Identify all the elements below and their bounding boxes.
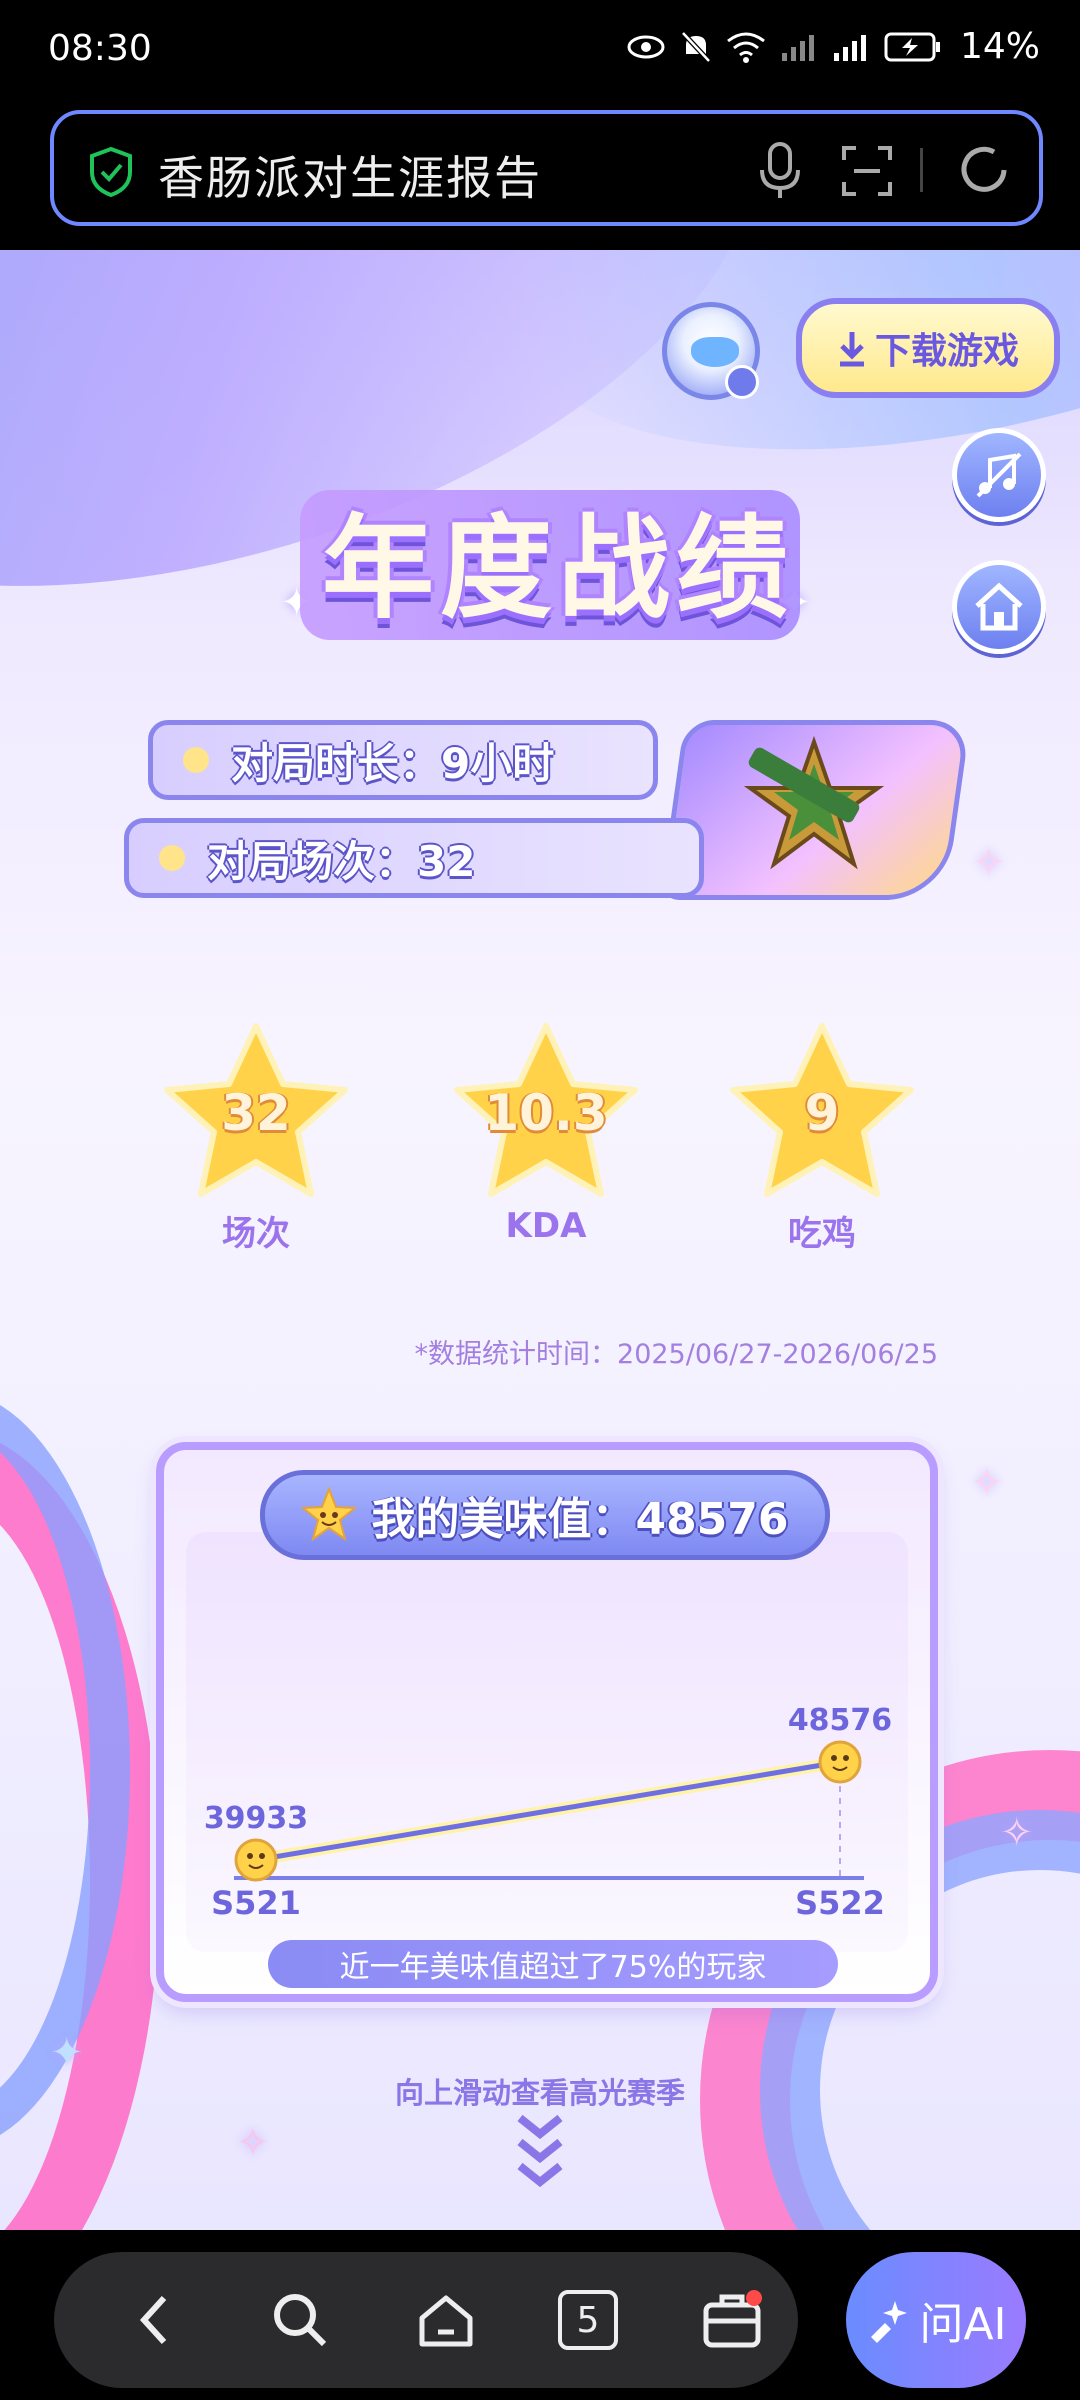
sparkle-icon: ✧ [1000,1810,1034,1856]
sparkle-icon: ✧ [972,840,1006,886]
tasty-score-card: 39933 S521 48576 S522 我的美味值：48576 [156,1442,938,2002]
percentile-bar: 近一年美味值超过了75%的玩家 [268,1940,838,1988]
back-button[interactable] [118,2284,190,2356]
status-bar: 08:30 14% [0,0,1080,100]
tab-count: 5 [558,2290,618,2350]
stat-star-chicken-dinner: 9 吃鸡 [722,1020,922,1255]
data-point [234,1838,278,1882]
eye-icon [627,35,665,58]
career-report-page: ✦ ✦ ✧ ✧ ✧ ✧ ✦ 下载游戏 年度战绩 对局时长：9小时 对局场次：32… [0,250,1080,2230]
star-label: KDA [505,1206,587,1246]
data-point [818,1740,862,1784]
signal-4g-icon [833,34,866,61]
battery-charging-icon [884,32,940,61]
data-label: 39933 [204,1801,308,1836]
download-game-button[interactable]: 下载游戏 [796,298,1060,398]
page-url-title[interactable]: 香肠派对生涯报告 [158,142,542,208]
status-time: 08:30 [48,28,152,69]
x-tick-label: S521 [211,1884,301,1922]
star-label: 吃鸡 [788,1214,856,1254]
url-bar[interactable]: 香肠派对生涯报告 [50,110,1043,226]
scan-icon[interactable] [840,144,894,198]
wifi-icon [727,32,765,63]
mute-bell-icon [681,30,711,63]
stat-star-kda: 10.3 KDA [446,1020,646,1246]
status-icons: 14% [626,26,1040,67]
annual-record-title: 年度战绩 [322,504,794,634]
star-value: 10.3 [484,1084,608,1142]
score-header-text: 我的美味值：48576 [371,1494,789,1545]
download-icon [839,332,864,367]
ask-ai-label: 问AI [919,2299,1007,2350]
music-toggle-button[interactable] [952,428,1046,522]
medal-rifle-icon [744,735,884,870]
x-tick-label: S522 [795,1884,885,1922]
match-count-text: 对局场次：32 [207,836,476,886]
play-duration-text: 对局时长：9小时 [231,738,555,788]
data-point-eye [843,1755,849,1761]
search-button[interactable] [264,2284,336,2356]
play-duration-ribbon: 对局时长：9小时 [148,720,658,800]
home-icon [975,582,1023,631]
notification-dot [746,2290,762,2306]
star-value: 9 [804,1084,840,1142]
ask-ai-button[interactable]: 问AI [846,2252,1026,2388]
download-game-label: 下载游戏 [874,331,1019,372]
bullet-dot [183,747,209,773]
data-point-eye [247,1853,253,1859]
home-icon [419,2295,473,2347]
stat-period-note: *数据统计时间：2025/06/27-2026/06/25 [414,1339,938,1370]
toolbox-button[interactable] [696,2284,768,2356]
data-label: 48576 [788,1703,892,1738]
battery-percent: 14% [959,26,1040,67]
scroll-hint: 向上滑动查看高光赛季 [394,2076,685,2110]
star-value: 32 [221,1084,291,1142]
match-count-ribbon: 对局场次：32 [124,818,704,898]
search-icon [274,2294,327,2347]
chevron-left-icon [139,2295,167,2345]
data-point-eye [831,1755,837,1761]
data-point-eye [259,1853,265,1859]
series-line [253,1759,843,1863]
home-nav-button[interactable] [410,2284,482,2356]
star-label: 场次 [222,1214,290,1254]
home-button[interactable] [952,560,1046,654]
avatar-badge [725,365,759,399]
bottom-navigation: 5 问AI [0,2230,1080,2400]
stat-star-matches: 32 场次 [156,1020,356,1255]
avatar[interactable] [662,302,760,400]
reload-icon[interactable] [954,140,1014,200]
bullet-dot [159,845,185,871]
shield-check-icon [90,146,132,198]
chevron-down-icon[interactable] [514,2112,566,2192]
mic-icon[interactable] [752,138,808,202]
star-emoji-icon [301,1487,358,1542]
avatar-face [691,337,739,367]
nav-pill: 5 [54,2252,798,2388]
sparkle-icon: ✧ [970,1460,1004,1506]
sparkle-pen-icon [871,2301,908,2343]
tabs-button[interactable]: 5 [552,2284,624,2356]
signal-icon [781,34,814,61]
score-header: 我的美味值：48576 [260,1470,830,1560]
sparkle-icon: ✧ [236,2120,270,2166]
url-separator [920,148,923,192]
music-off-icon [976,452,1022,498]
